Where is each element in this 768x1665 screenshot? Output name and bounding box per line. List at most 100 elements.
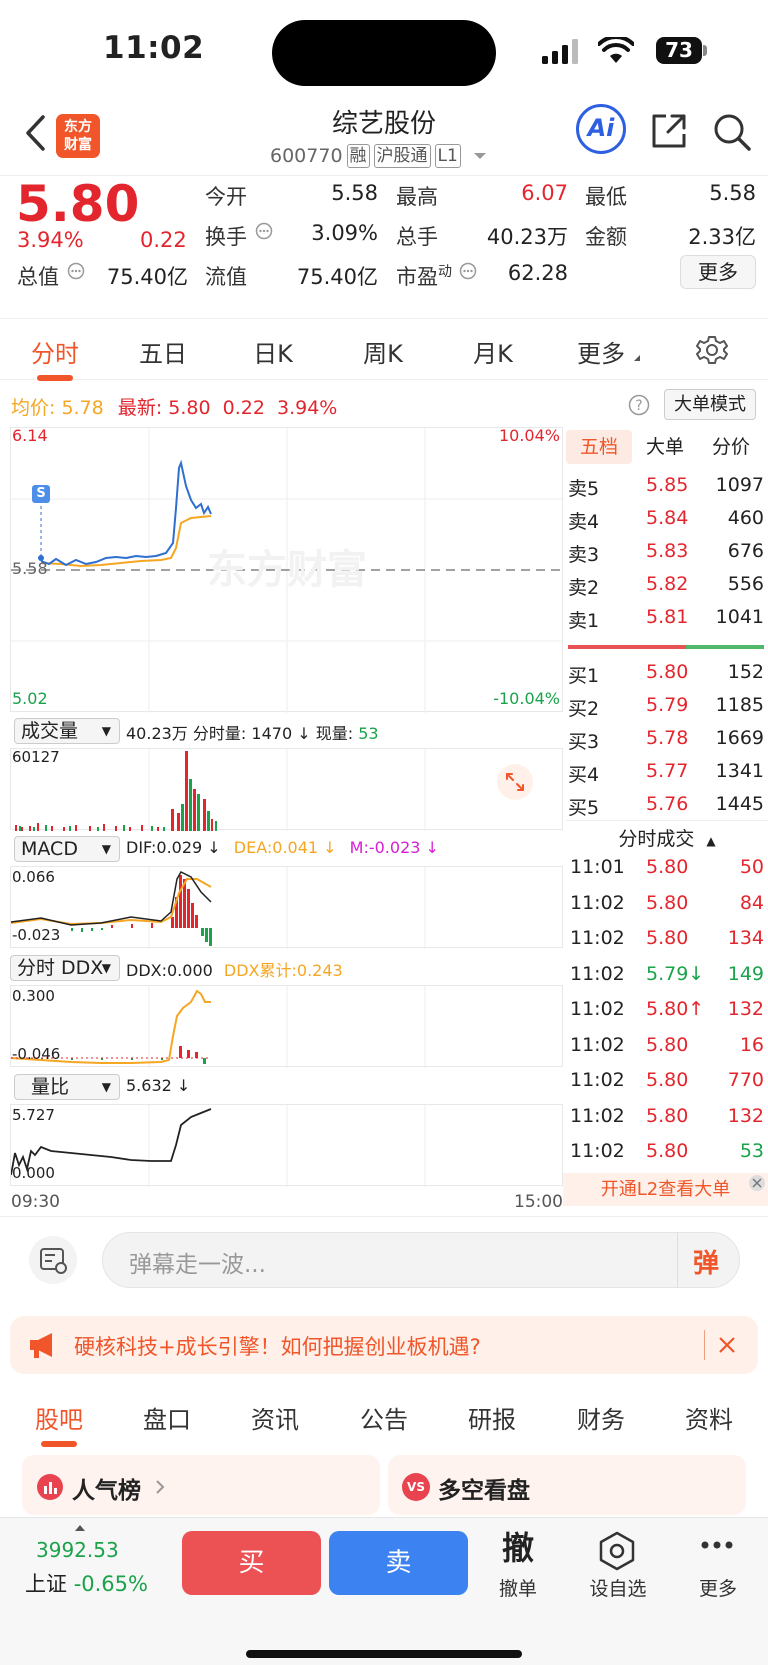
ask-row[interactable]: 卖4 5.84 460 <box>566 503 766 536</box>
promo-banner[interactable]: 硬核科技+成长引擎！如何把握创业板机遇? <box>10 1316 758 1374</box>
tab-weekly-k[interactable]: 周K <box>348 334 418 369</box>
trade-price: 5.80 <box>646 856 689 878</box>
trade-time: 11:02 <box>570 1140 625 1162</box>
big-order-mode-button[interactable]: 大单模式 <box>664 389 756 420</box>
ask-row[interactable]: 卖5 5.85 1097 <box>566 470 766 503</box>
signal-marker[interactable]: S <box>32 485 50 503</box>
more-label[interactable]: 更多 <box>688 1574 748 1601</box>
tab-five-day[interactable]: 五日 <box>128 334 198 369</box>
tab-financials[interactable]: 财务 <box>566 1400 636 1435</box>
trade-row[interactable]: 11:02 5.80 134 <box>566 923 766 956</box>
volume-y-top: 60127 <box>12 748 60 766</box>
popularity-card[interactable]: 人气榜 <box>22 1455 380 1515</box>
volume-value: 40.23万 <box>486 225 568 249</box>
trade-row[interactable]: 11:02 5.79↓ 149 <box>566 959 766 992</box>
avg-label: 均价: <box>11 397 56 419</box>
close-icon[interactable] <box>718 1336 736 1354</box>
trade-quantity: 50 <box>739 856 764 878</box>
battery-tip <box>703 45 707 56</box>
tab-intraday[interactable]: 分时 <box>20 334 90 381</box>
trade-row[interactable]: 11:02 5.80 84 <box>566 888 766 921</box>
tab-market-depth[interactable]: 盘口 <box>132 1400 202 1435</box>
tab-news[interactable]: 资讯 <box>240 1400 310 1435</box>
cancel-order-label[interactable]: 撤单 <box>488 1574 548 1601</box>
ask-quantity: 556 <box>727 573 764 595</box>
more-dots-icon[interactable] <box>700 1540 734 1550</box>
trade-row[interactable]: 11:02 5.80 16 <box>566 1030 766 1063</box>
cancel-order-icon[interactable]: 撤 <box>494 1523 542 1569</box>
bid-level-label: 买1 <box>568 665 600 687</box>
help-icon[interactable]: ? <box>628 394 650 416</box>
divider <box>0 1216 768 1217</box>
macd-indicator-select[interactable]: MACD ▼ <box>14 836 120 862</box>
info-icon[interactable] <box>67 262 85 280</box>
tab-five-level[interactable]: 五档 <box>566 430 632 464</box>
tab-price-distribution[interactable]: 分价 <box>698 430 764 464</box>
bid-row[interactable]: 买5 5.76 1445 <box>566 789 766 822</box>
trade-time: 11:02 <box>570 998 625 1020</box>
volume-chart[interactable]: 60127 <box>10 748 563 831</box>
tab-forum[interactable]: 股吧 <box>24 1400 94 1447</box>
bid-row[interactable]: 买2 5.79 1185 <box>566 690 766 723</box>
trade-row[interactable]: 11:02 5.80 132 <box>566 1101 766 1134</box>
tab-research[interactable]: 研报 <box>457 1400 527 1435</box>
ai-assistant-button[interactable]: Ai <box>576 104 626 154</box>
expand-icon[interactable] <box>496 763 534 801</box>
bid-row[interactable]: 买1 5.80 152 <box>566 657 766 690</box>
info-icon[interactable] <box>255 222 273 240</box>
ask-pressure-bar <box>568 645 686 649</box>
macd-m-value: M:-0.023 ↓ <box>349 838 439 857</box>
index-value[interactable]: 3992.53 <box>36 1538 119 1562</box>
long-short-card[interactable]: VS 多空看盘 <box>388 1455 746 1515</box>
tab-announcements[interactable]: 公告 <box>349 1400 419 1435</box>
ask-row[interactable]: 卖1 5.81 1041 <box>566 602 766 635</box>
tab-monthly-k[interactable]: 月K <box>458 334 528 369</box>
volume-ratio-chart[interactable]: 5.727 0.000 <box>10 1104 563 1187</box>
danmaku-send-button[interactable]: 弹 <box>693 1243 719 1280</box>
period-tabs: 分时 五日 日K 周K 月K 更多 <box>0 320 768 381</box>
tab-more[interactable]: 更多 <box>566 334 636 369</box>
divider <box>704 1330 705 1360</box>
trade-quantity: 134 <box>727 927 764 949</box>
close-icon[interactable] <box>748 1174 766 1192</box>
ratio-y-top: 5.727 <box>12 1106 55 1124</box>
sell-button[interactable]: 卖 <box>329 1531 468 1595</box>
share-icon[interactable] <box>650 112 688 150</box>
tab-big-orders[interactable]: 大单 <box>632 430 698 464</box>
trade-row[interactable]: 11:02 5.80↑ 132 <box>566 994 766 1027</box>
intraday-price-chart[interactable]: 东方财富 6.14 5.02 10.04% -10.04% 5.58 S <box>10 426 564 713</box>
trades-header[interactable]: 分时成交 ▲ <box>566 824 768 854</box>
stock-subline[interactable]: 600770 融 沪股通 L1 <box>270 144 489 168</box>
danmaku-input[interactable]: 弹幕走一波... 弹 <box>102 1232 740 1288</box>
tab-profile[interactable]: 资料 <box>674 1400 744 1435</box>
turnover-value: 3.09% <box>311 221 378 245</box>
add-watchlist-icon[interactable] <box>596 1530 638 1572</box>
trade-row[interactable]: 11:02 5.80 770 <box>566 1065 766 1098</box>
bid-row[interactable]: 买3 5.78 1669 <box>566 723 766 756</box>
ddx-indicator-select[interactable]: 分时 DDX ▼ <box>10 955 120 981</box>
long-short-title: 多空看盘 <box>438 1478 530 1504</box>
search-icon[interactable] <box>712 112 752 152</box>
trade-row[interactable]: 11:01 5.80 50 <box>566 852 766 885</box>
more-quote-button[interactable]: 更多 <box>680 255 756 289</box>
ddx-legend: DDX:0.000 DDX累计:0.243 <box>126 957 343 981</box>
avg-value: 5.78 <box>61 397 104 419</box>
ask-row[interactable]: 卖3 5.83 676 <box>566 536 766 569</box>
danmaku-settings-icon[interactable] <box>28 1235 78 1285</box>
volume-indicator-select[interactable]: 成交量 ▼ <box>14 718 120 744</box>
macd-chart[interactable]: 0.066 -0.023 <box>10 866 563 949</box>
l2-upgrade-banner[interactable]: 开通L2查看大单 <box>563 1173 768 1206</box>
tab-daily-k[interactable]: 日K <box>238 334 308 369</box>
danmaku-placeholder: 弹幕走一波... <box>129 1252 266 1278</box>
bid-price: 5.80 <box>646 661 689 683</box>
index-summary[interactable]: 上证 -0.65% <box>25 1568 148 1598</box>
gear-icon[interactable] <box>696 334 728 366</box>
ddx-chart[interactable]: 0.300 -0.046 <box>10 985 563 1068</box>
info-icon[interactable] <box>459 262 477 280</box>
buy-button[interactable]: 买 <box>182 1531 321 1595</box>
trade-row[interactable]: 11:02 5.80 53 <box>566 1136 766 1169</box>
bid-row[interactable]: 买4 5.77 1341 <box>566 756 766 789</box>
ask-row[interactable]: 卖2 5.82 556 <box>566 569 766 602</box>
add-watchlist-label[interactable]: 设自选 <box>582 1574 654 1601</box>
ratio-indicator-select[interactable]: 量比 ▼ <box>14 1074 120 1100</box>
